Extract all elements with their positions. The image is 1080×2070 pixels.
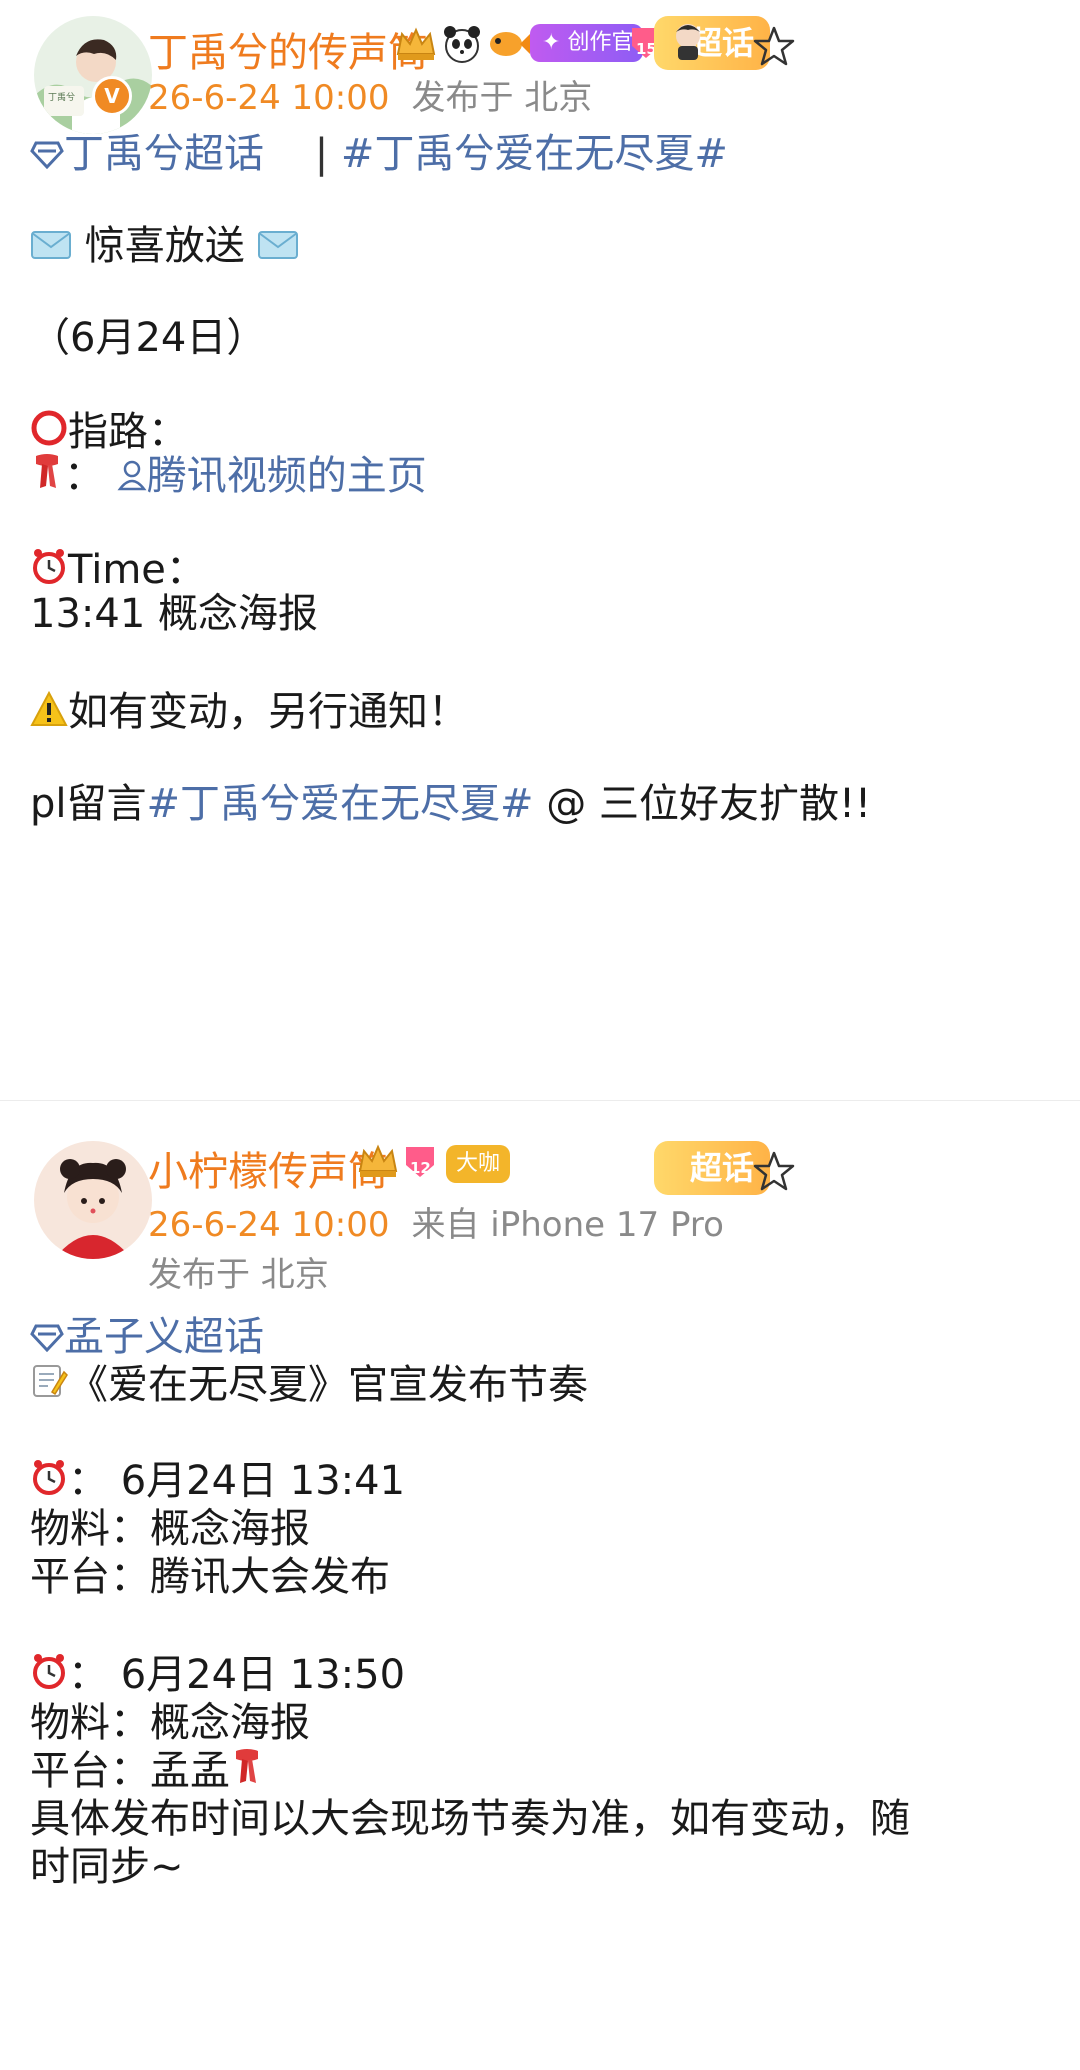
super-topic-link[interactable]: 丁禹兮超话	[30, 131, 264, 177]
schedule-1-time: ： 6月24日 13:41	[30, 1455, 405, 1509]
time-label: Time：	[68, 547, 206, 593]
guide-text: 指路：	[68, 409, 188, 455]
big-shot-badge: 大咖	[446, 1145, 511, 1183]
schedule-2-datetime: 6月24日 13:50	[120, 1652, 406, 1698]
colon: ：	[68, 1458, 108, 1504]
super-topic-name: 孟子义超话	[64, 1314, 264, 1360]
title-text: 《爱在无尽夏》官宣发布节奏	[68, 1362, 588, 1408]
topic-line: 孟子义超话	[30, 1311, 264, 1365]
big-shot-label: 大咖	[456, 1151, 501, 1176]
crown-badge-icon	[394, 24, 438, 68]
fish-icon	[486, 24, 530, 68]
creator-badge-label: 创作官	[567, 30, 634, 55]
time-item-line: 13:41 概念海报	[30, 591, 318, 637]
post-location: 发布于 北京	[411, 78, 593, 118]
avatar[interactable]	[34, 1141, 152, 1259]
guide-link-line: ： 腾讯视频的主页	[30, 450, 427, 505]
notice-line: 如有变动，另行通知！	[30, 686, 468, 740]
super-topic-name: 丁禹兮超话	[64, 131, 264, 177]
super-topic-label: 超话	[690, 1149, 755, 1187]
creator-badge-icon: ✦	[542, 30, 568, 55]
comment-line: pl留言#丁禹兮爱在无尽夏# @ 三位好友扩散!!	[30, 778, 871, 830]
colon: ：	[68, 1652, 108, 1698]
svg-text:丁禹兮: 丁禹兮	[48, 91, 75, 103]
schedule-2-time: ： 6月24日 13:50	[30, 1649, 405, 1703]
post-source: 来自 iPhone 17 Pro	[411, 1205, 724, 1245]
user-link-text: 腾讯视频的主页	[146, 453, 427, 499]
avatar[interactable]: 丁禹兮	[34, 16, 152, 134]
schedule-1-material: 物料：概念海报	[30, 1506, 310, 1552]
date-line: （6月24日）	[30, 315, 267, 361]
schedule-2-material: 物料：概念海报	[30, 1700, 310, 1746]
title-line: 《爱在无尽夏》官宣发布节奏	[30, 1359, 588, 1413]
separator: |	[314, 131, 329, 177]
favorite-star-icon[interactable]	[750, 1147, 798, 1195]
scarf-icon	[230, 1747, 264, 1800]
post-time: 26-6-24 10:00	[148, 1205, 390, 1245]
alarm-clock-icon	[30, 1651, 68, 1703]
fan-level-badge: 12	[400, 1141, 440, 1185]
comment-prefix: pl留言	[30, 781, 147, 827]
hashtag-link[interactable]: #丁禹兮爱在无尽夏#	[341, 131, 728, 177]
favorite-star-icon[interactable]	[750, 22, 798, 70]
surprise-text: 惊喜放送	[84, 223, 245, 269]
note-line-2: 时同步~	[30, 1844, 184, 1890]
comment-suffix: @ 三位好友扩散!!	[533, 781, 872, 827]
diamond-icon	[30, 1313, 64, 1365]
memo-icon	[30, 1361, 68, 1413]
panda-icon	[440, 22, 484, 70]
fan-level-number: 12	[410, 1159, 431, 1177]
schedule-1-platform: 平台：腾讯大会发布	[30, 1554, 390, 1600]
warning-icon	[30, 688, 68, 740]
post-time: 26-6-24 10:00	[148, 78, 390, 118]
colon: ：	[64, 453, 104, 499]
scarf-icon	[30, 452, 64, 505]
post-card-2: 小柠檬传声筒 12 大咖 超话 26-6-24 10:00 来自 iPhone 1…	[0, 1100, 1080, 2070]
post-meta: 26-6-24 10:00 来自 iPhone 17 Pro	[148, 1197, 724, 1246]
user-link[interactable]: 腾讯视频的主页	[117, 453, 427, 499]
comment-hashtag-link[interactable]: #丁禹兮爱在无尽夏#	[147, 781, 534, 827]
platform-text: 平台：孟孟	[30, 1748, 230, 1794]
schedule-1-datetime: 6月24日 13:41	[120, 1458, 406, 1504]
sticker-icon	[666, 18, 710, 66]
schedule-2-platform: 平台：孟孟	[30, 1745, 264, 1800]
note-line-1: 具体发布时间以大会现场节奏为准，如有变动，随	[30, 1796, 910, 1842]
topic-line: 丁禹兮超话 | #丁禹兮爱在无尽夏#	[30, 128, 728, 182]
verified-icon: V	[92, 76, 132, 116]
envelope-icon	[30, 222, 72, 274]
post-card-1: 丁禹兮 V 丁禹兮的传声筒 ✦ 创作官 15 超话 26-6-24 10:00 发…	[0, 0, 1080, 1100]
envelope-icon	[257, 222, 299, 274]
crown-badge-icon	[356, 1141, 400, 1185]
post-meta: 26-6-24 10:00 发布于 北京	[148, 70, 592, 119]
surprise-line: 惊喜放送	[30, 220, 299, 274]
notice-text: 如有变动，另行通知！	[68, 689, 468, 735]
user-icon	[117, 452, 147, 504]
username[interactable]: 小柠檬传声筒	[148, 1139, 388, 1197]
super-topic-link[interactable]: 孟子义超话	[30, 1314, 264, 1360]
diamond-icon	[30, 130, 64, 182]
post-location: 发布于 北京	[148, 1255, 329, 1295]
alarm-clock-icon	[30, 1457, 68, 1509]
